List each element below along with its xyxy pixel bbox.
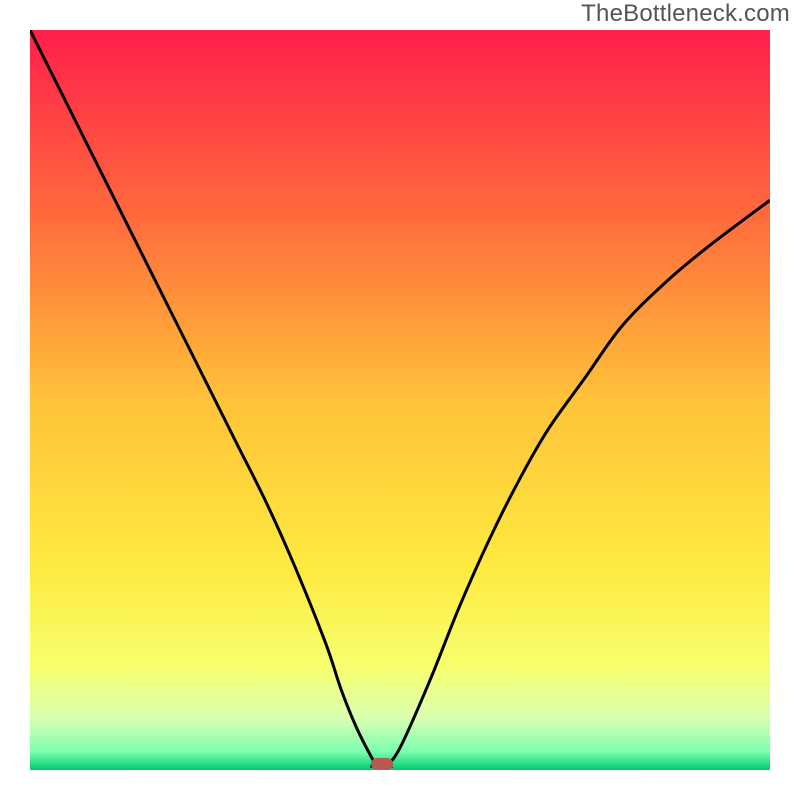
- watermark-text: TheBottleneck.com: [581, 0, 790, 28]
- plot-area: [30, 30, 770, 770]
- optimal-marker: [371, 758, 393, 770]
- curve-layer: [30, 30, 770, 770]
- chart-frame: TheBottleneck.com: [0, 0, 800, 800]
- bottleneck-curve: [30, 30, 770, 768]
